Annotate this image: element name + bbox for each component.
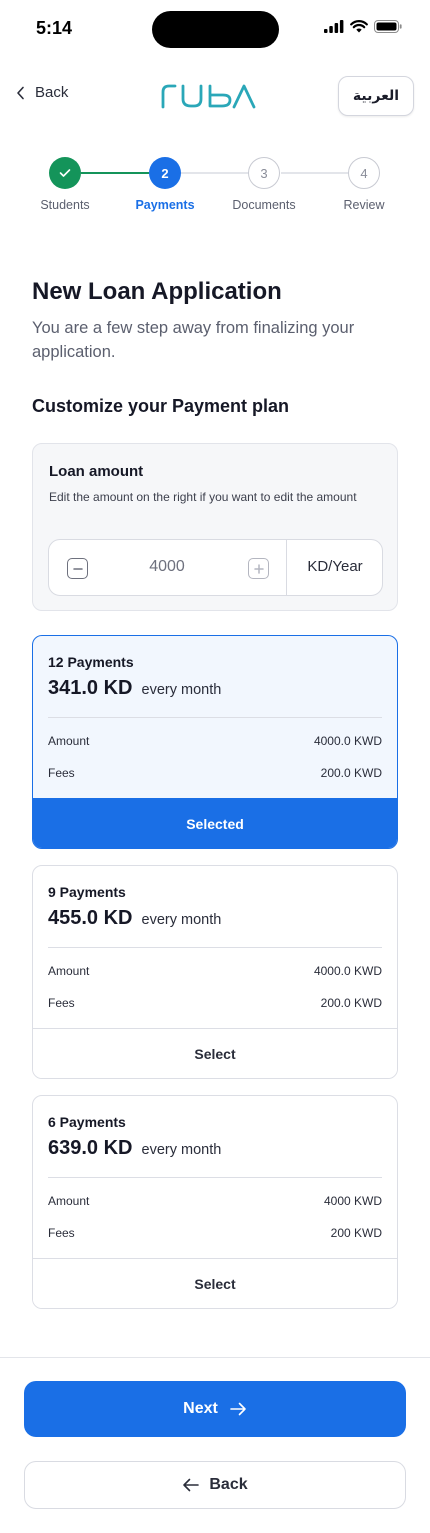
plan-count: 9 Payments bbox=[48, 884, 126, 900]
plan-amount-row: Amount 4000.0 KWD bbox=[48, 964, 382, 978]
signal-icon bbox=[324, 20, 344, 33]
plan-card-12[interactable]: 12 Payments 341.0 KD every month Amount … bbox=[32, 635, 398, 849]
plan-amount-label: Amount bbox=[48, 734, 90, 748]
loan-amount-description: Edit the amount on the right if you want… bbox=[49, 490, 357, 504]
plan-fees-label: Fees bbox=[48, 1226, 75, 1240]
check-icon bbox=[59, 169, 71, 177]
plan-select-button[interactable]: Select bbox=[33, 1258, 397, 1308]
page-title: New Loan Application bbox=[32, 278, 282, 305]
step-review: 4 Review bbox=[314, 157, 414, 212]
plan-amount-row: Amount 4000.0 KWD bbox=[48, 734, 382, 748]
dynamic-island bbox=[152, 11, 279, 48]
plan-period: every month bbox=[141, 912, 222, 928]
footer-divider bbox=[0, 1357, 430, 1358]
plan-amount-label: Amount bbox=[48, 1194, 90, 1208]
arrow-left-icon bbox=[183, 1478, 200, 1492]
plan-monthly-amount: 639.0 KD bbox=[48, 1137, 133, 1159]
step-number: 4 bbox=[348, 157, 380, 189]
step-documents: 3 Documents bbox=[214, 157, 314, 212]
loan-amount-card: Loan amount Edit the amount on the right… bbox=[32, 443, 398, 611]
plan-select-button[interactable]: Select bbox=[33, 1028, 397, 1078]
plan-fees-value: 200 KWD bbox=[330, 1226, 382, 1240]
plan-divider bbox=[48, 1177, 382, 1178]
plan-amount-value: 4000 KWD bbox=[323, 1194, 382, 1208]
plan-divider bbox=[48, 717, 382, 718]
plan-amount-label: Amount bbox=[48, 964, 90, 978]
decrease-amount-button[interactable] bbox=[67, 558, 88, 579]
plan-price: 341.0 KD every month bbox=[48, 677, 221, 700]
app-header: Back العربية bbox=[0, 76, 430, 118]
step-check-circle bbox=[49, 157, 81, 189]
plus-icon bbox=[253, 563, 264, 574]
plan-selected-button[interactable]: Selected bbox=[33, 798, 397, 848]
status-time: 5:14 bbox=[36, 18, 73, 38]
next-button-label: Next bbox=[183, 1400, 218, 1417]
step-label: Documents bbox=[232, 198, 296, 212]
language-toggle-button[interactable]: العربية bbox=[338, 76, 414, 116]
header-back-label: Back bbox=[35, 84, 69, 101]
plan-fees-row: Fees 200.0 KWD bbox=[48, 766, 382, 780]
plan-card-6[interactable]: 6 Payments 639.0 KD every month Amount 4… bbox=[32, 1095, 398, 1309]
loan-amount-input[interactable]: 4000 bbox=[107, 558, 227, 576]
step-payments: 2 Payments bbox=[115, 157, 215, 212]
footer-back-label: Back bbox=[209, 1476, 248, 1493]
next-button[interactable]: Next bbox=[24, 1381, 406, 1437]
plan-amount-value: 4000.0 KWD bbox=[313, 734, 382, 748]
progress-stepper: Students 2 Payments 3 Documents 4 Review bbox=[0, 157, 430, 217]
step-number: 3 bbox=[248, 157, 280, 189]
plan-period: every month bbox=[141, 682, 222, 698]
plan-fees-label: Fees bbox=[48, 996, 75, 1010]
plan-fees-label: Fees bbox=[48, 766, 75, 780]
ruba-logo bbox=[161, 84, 256, 109]
plan-fees-row: Fees 200.0 KWD bbox=[48, 996, 382, 1010]
arrow-right-icon bbox=[230, 1402, 246, 1416]
plan-count: 6 Payments bbox=[48, 1114, 126, 1130]
plan-fees-value: 200.0 KWD bbox=[320, 766, 382, 780]
plan-period: every month bbox=[141, 1142, 222, 1158]
plan-card-9[interactable]: 9 Payments 455.0 KD every month Amount 4… bbox=[32, 865, 398, 1079]
plan-price: 639.0 KD every month bbox=[48, 1137, 221, 1160]
wifi-icon bbox=[350, 20, 368, 33]
header-back-button[interactable]: Back bbox=[16, 84, 68, 101]
plan-monthly-amount: 341.0 KD bbox=[48, 677, 133, 699]
minus-icon bbox=[72, 567, 83, 570]
section-title: Customize your Payment plan bbox=[32, 396, 290, 416]
plan-fees-row: Fees 200 KWD bbox=[48, 1226, 382, 1240]
chevron-left-icon bbox=[17, 86, 24, 99]
loan-amount-title: Loan amount bbox=[49, 463, 144, 480]
battery-icon bbox=[374, 20, 402, 33]
page-subtitle: You are a few step away from finalizing … bbox=[32, 319, 355, 361]
step-number: 2 bbox=[149, 157, 181, 189]
status-icons bbox=[324, 20, 402, 33]
plan-divider bbox=[48, 947, 382, 948]
plan-monthly-amount: 455.0 KD bbox=[48, 907, 133, 929]
footer-back-button[interactable]: Back bbox=[24, 1461, 406, 1509]
plan-count: 12 Payments bbox=[48, 654, 134, 670]
loan-unit-label: KD/Year bbox=[307, 558, 363, 575]
increase-amount-button[interactable] bbox=[248, 558, 269, 579]
step-students: Students bbox=[15, 157, 115, 212]
step-label: Payments bbox=[135, 198, 195, 212]
plan-price: 455.0 KD every month bbox=[48, 907, 221, 930]
status-bar: 5:14 bbox=[0, 0, 430, 60]
plan-amount-value: 4000.0 KWD bbox=[313, 964, 382, 978]
plan-amount-row: Amount 4000 KWD bbox=[48, 1194, 382, 1208]
loan-amount-field: 4000 KD/Year bbox=[48, 539, 383, 596]
step-label: Students bbox=[40, 198, 90, 212]
step-label: Review bbox=[343, 198, 385, 212]
plan-fees-value: 200.0 KWD bbox=[320, 996, 382, 1010]
